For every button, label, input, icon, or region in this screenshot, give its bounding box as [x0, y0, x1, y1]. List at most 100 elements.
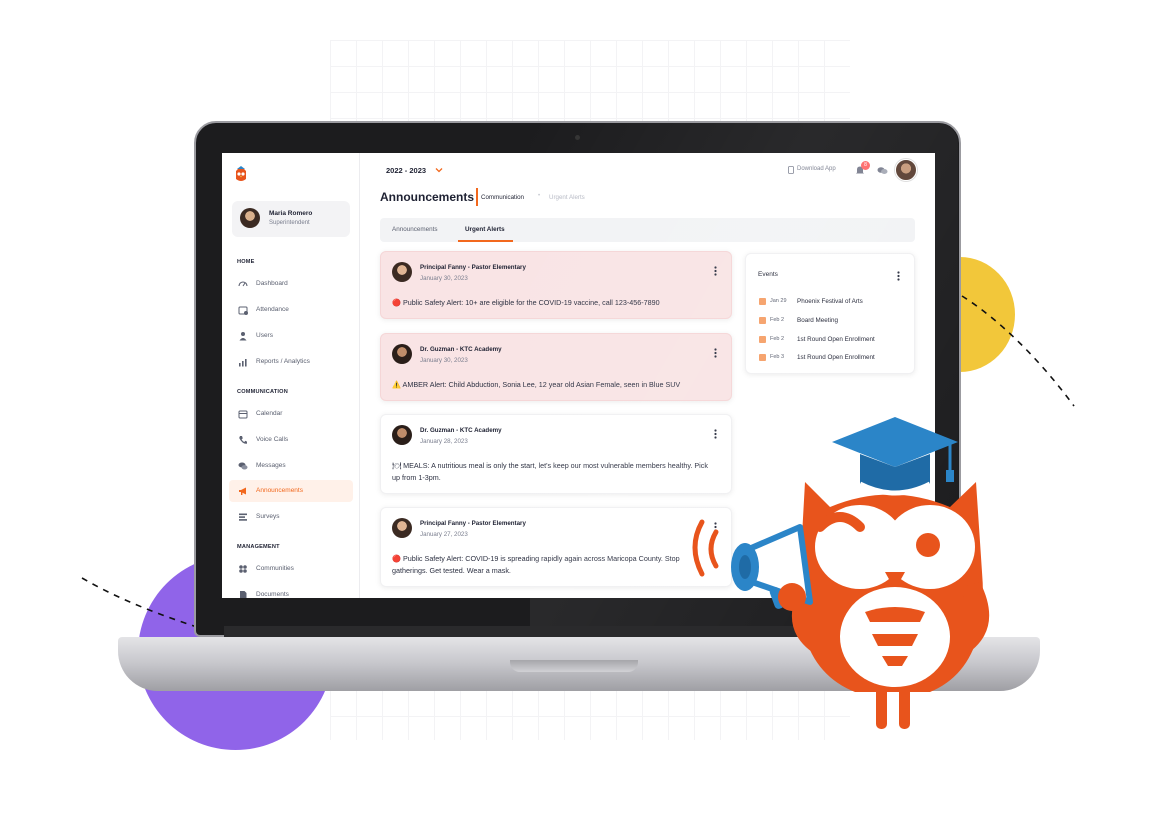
announcement-author: Dr. Guzman - KTC Academy	[420, 346, 502, 353]
sidebar-item-label: Surveys	[256, 513, 280, 520]
avatar	[392, 262, 412, 282]
event-title: 1st Round Open Enrollment	[797, 336, 875, 343]
more-options-icon[interactable]	[897, 271, 900, 281]
megaphone-icon	[239, 487, 246, 495]
breadcrumb-urgent-alerts: Urgent Alerts	[549, 194, 585, 201]
breadcrumb-separator: •	[538, 193, 541, 199]
sidebar-item-label: Attendance	[256, 306, 289, 313]
avatar	[392, 425, 412, 445]
chevron-down-icon[interactable]	[435, 166, 443, 174]
marketing-scene: Maria Romero Superintendent HOME Dashboa…	[0, 0, 1152, 820]
calendar-icon	[759, 336, 766, 343]
sidebar-item-label: Dashboard	[256, 280, 288, 287]
sidebar-item-label: Calendar	[256, 410, 283, 417]
sidebar-item-attendance[interactable]: Attendance	[229, 299, 353, 321]
sidebar-item-messages[interactable]: Messages	[229, 455, 353, 477]
attendance-icon	[238, 306, 248, 315]
section-title-management: MANAGEMENT	[237, 544, 280, 550]
avatar	[240, 208, 260, 228]
announcement-text: ⚠️ AMBER Alert: Child Abduction, Sonia L…	[392, 380, 681, 389]
event-item[interactable]: Feb 2 1st Round Open Enrollment	[759, 335, 909, 345]
event-date: Feb 2	[770, 336, 785, 342]
more-options-icon[interactable]	[714, 348, 717, 358]
tab-urgent-alerts[interactable]: Urgent Alerts	[465, 226, 505, 233]
more-options-icon[interactable]	[714, 266, 717, 276]
sidebar-item-communities[interactable]: Communities	[229, 558, 353, 580]
event-date: Jan 29	[770, 298, 787, 304]
tab-announcements[interactable]: Announcements	[392, 226, 438, 233]
user-profile-card[interactable]: Maria Romero Superintendent	[232, 201, 350, 237]
sidebar-item-dashboard[interactable]: Dashboard	[229, 273, 353, 295]
avatar[interactable]	[895, 159, 917, 181]
owl-mascot-illustration	[692, 417, 990, 729]
sidebar-item-surveys[interactable]: Surveys	[229, 506, 353, 528]
sidebar-item-label: Voice Calls	[256, 436, 289, 443]
profile-role: Superintendent	[269, 220, 310, 226]
phone-icon	[239, 436, 247, 444]
sidebar: Maria Romero Superintendent HOME Dashboa…	[222, 153, 360, 598]
calendar-icon	[759, 317, 766, 324]
laptop-notch	[510, 660, 638, 672]
sidebar-item-label: Documents	[256, 591, 289, 598]
avatar	[392, 518, 412, 538]
announcement-author: Principal Fanny - Pastor Elementary	[420, 520, 526, 527]
sidebar-item-documents[interactable]: Documents	[229, 584, 353, 598]
calendar-icon	[759, 354, 766, 361]
calendar-icon	[238, 410, 248, 419]
sidebar-item-label: Communities	[256, 565, 294, 572]
announcement-text: 🍽 MEALS: A nutritious meal is only the s…	[392, 461, 708, 482]
phone-download-icon	[788, 166, 794, 174]
announcement-text: 🔴 Public Safety Alert: COVID-19 is sprea…	[392, 554, 680, 575]
event-title: Board Meeting	[797, 317, 838, 324]
owl-logo-icon	[236, 166, 246, 181]
communities-icon	[239, 565, 247, 573]
calendar-icon	[759, 298, 766, 305]
section-title-communication: COMMUNICATION	[237, 389, 288, 395]
announcement-card[interactable]: Dr. Guzman - KTC Academy January 30, 202…	[380, 333, 732, 401]
announcement-author: Dr. Guzman - KTC Academy	[420, 427, 502, 434]
webcam	[575, 135, 580, 140]
event-date: Feb 3	[770, 354, 785, 360]
announcement-date: January 28, 2023	[420, 438, 468, 445]
active-tab-indicator	[458, 240, 513, 242]
sidebar-item-users[interactable]: Users	[229, 325, 353, 347]
sidebar-item-label: Reports / Analytics	[256, 358, 310, 365]
tab-bar: Announcements Urgent Alerts	[380, 218, 915, 242]
download-app-link[interactable]: Download App	[797, 166, 836, 172]
event-item[interactable]: Feb 2 Board Meeting	[759, 316, 909, 326]
sidebar-item-calendar[interactable]: Calendar	[229, 403, 353, 425]
messages-icon	[238, 462, 248, 470]
sidebar-item-voice-calls[interactable]: Voice Calls	[229, 429, 353, 451]
event-title: Phoenix Festival of Arts	[797, 298, 863, 305]
page-title: Announcements	[380, 190, 475, 204]
announcement-date: January 30, 2023	[420, 357, 468, 364]
announcement-text: 🔴 Public Safety Alert: 10+ are eligible …	[392, 298, 660, 307]
section-title-home: HOME	[237, 259, 255, 265]
announcement-author: Principal Fanny - Pastor Elementary	[420, 264, 526, 271]
profile-name: Maria Romero	[269, 210, 313, 217]
event-item[interactable]: Feb 3 1st Round Open Enrollment	[759, 353, 909, 363]
announcement-date: January 27, 2023	[420, 531, 468, 538]
avatar	[392, 344, 412, 364]
chat-icon[interactable]	[877, 166, 888, 175]
breadcrumb-communication[interactable]: Communication	[481, 194, 524, 201]
sidebar-item-announcements[interactable]: Announcements	[229, 480, 353, 502]
sidebar-item-label: Messages	[256, 462, 286, 469]
events-title: Events	[758, 271, 778, 278]
event-date: Feb 2	[770, 317, 785, 323]
dashboard-icon	[238, 281, 248, 287]
school-year-selector[interactable]: 2022 - 2023	[386, 166, 426, 175]
sidebar-item-reports[interactable]: Reports / Analytics	[229, 351, 353, 373]
announcement-date: January 30, 2023	[420, 275, 468, 282]
analytics-icon	[239, 359, 247, 367]
sidebar-item-label: Users	[256, 332, 273, 339]
sidebar-item-label: Announcements	[256, 487, 303, 494]
surveys-icon	[239, 513, 247, 521]
documents-icon	[240, 591, 247, 598]
events-panel: Events Jan 29 Phoenix Festival of Arts F…	[745, 253, 915, 374]
announcement-card[interactable]: Principal Fanny - Pastor Elementary Janu…	[380, 251, 732, 319]
title-divider	[476, 188, 478, 206]
users-icon	[239, 332, 247, 341]
event-item[interactable]: Jan 29 Phoenix Festival of Arts	[759, 297, 909, 307]
event-title: 1st Round Open Enrollment	[797, 354, 875, 361]
